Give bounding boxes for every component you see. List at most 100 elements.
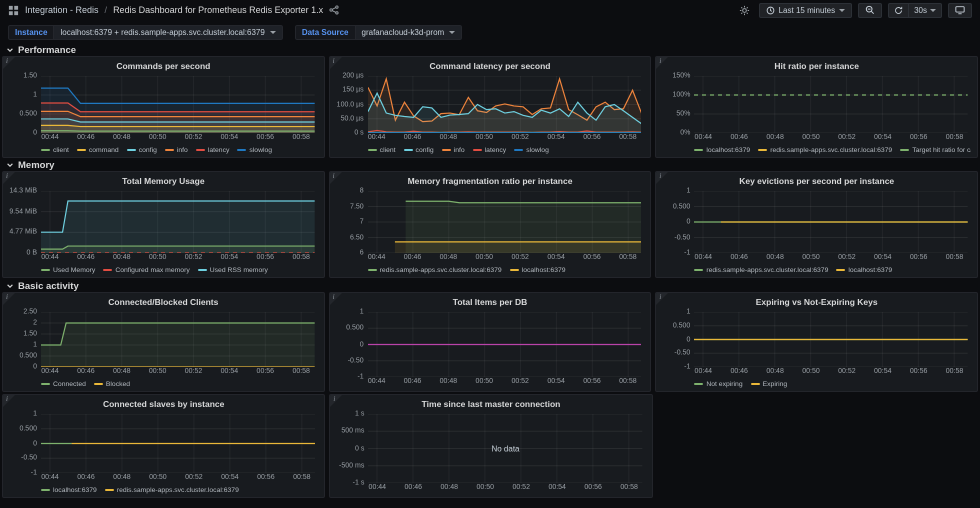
legend-item[interactable]: config [127,147,157,154]
panel-connected-blocked-clients: iConnected/Blocked Clients2.5021.5010.50… [2,292,325,392]
legend-label: slowlog [526,147,549,154]
panel-info-corner[interactable] [330,293,342,305]
panel-info-corner[interactable] [3,57,15,69]
legend-item[interactable]: Blocked [94,381,130,388]
panel-title[interactable]: Hit ratio per instance [656,60,977,72]
y-axis-tick: 1 [360,309,364,316]
x-axis: 00:4400:4600:4800:5000:5200:5400:5600:58 [41,134,315,144]
x-axis-tick: 00:52 [185,134,203,141]
row-header-memory[interactable]: Memory [6,159,54,171]
panel-title[interactable]: Total Memory Usage [3,175,324,187]
x-axis-tick: 00:58 [946,368,964,375]
panel-info-corner[interactable] [656,172,668,184]
panel-info-corner[interactable] [330,172,342,184]
x-axis-tick: 00:52 [185,254,203,261]
x-axis-tick: 00:50 [149,134,167,141]
refresh-interval-dropdown[interactable]: 30s [908,4,941,17]
dashboard-settings-button[interactable] [737,3,753,18]
panel-connected-slaves-by-instance: iConnected slaves by instance10.5000-0.5… [2,394,325,498]
panel-title[interactable]: Expiring vs Not-Expiring Keys [656,296,977,308]
legend-item[interactable]: redis.sample-apps.svc.cluster.local:6379 [105,487,239,494]
panel-info-corner[interactable] [3,172,15,184]
monitor-icon [955,5,965,15]
legend-item[interactable]: slowlog [514,147,549,154]
x-axis-tick: 00:54 [221,368,239,375]
y-axis-tick: 6 [360,250,364,257]
datasource-variable-value[interactable]: grafanacloud-k3d-prom [355,25,463,40]
x-axis-tick: 00:56 [583,254,601,261]
legend-item[interactable]: Connected [41,381,86,388]
panel-title[interactable]: Commands per second [3,60,324,72]
legend-item[interactable]: info [442,147,465,154]
legend-item[interactable]: Not expiring [694,381,742,388]
legend-item[interactable]: localhost:6379 [694,147,750,154]
x-axis-tick: 00:44 [368,378,386,385]
panel-title[interactable]: Connected slaves by instance [3,398,324,410]
series-fill-connected [41,323,315,367]
tv-mode-button[interactable] [948,3,972,18]
legend-swatch [368,149,377,151]
legend-item[interactable]: slowlog [237,147,272,154]
y-axis-tick: 0.500 [19,353,37,360]
panel-info-corner[interactable] [3,395,15,407]
refresh-button[interactable] [889,4,908,17]
y-axis-tick: 1 s [355,411,364,418]
x-axis-tick: 00:58 [292,134,310,141]
legend-item[interactable]: Used Memory [41,267,95,274]
series-line-slowlog [41,88,315,103]
legend-swatch [473,149,482,151]
panel-title[interactable]: Time since last master connection [330,398,651,410]
x-axis-tick: 00:48 [441,484,459,491]
legend-item[interactable]: client [41,147,69,154]
panel-title[interactable]: Total Items per DB [330,296,651,308]
legend-item[interactable]: latency [473,147,507,154]
instance-variable-value[interactable]: localhost:6379 + redis.sample-apps.svc.c… [53,25,282,40]
legend-item[interactable]: config [404,147,434,154]
chart-canvas [694,76,968,133]
row-header-basic-activity[interactable]: Basic activity [6,280,79,292]
time-range-picker[interactable]: Last 15 minutes [759,3,852,18]
legend-item[interactable]: Used RSS memory [198,267,268,274]
legend-item[interactable]: client [368,147,396,154]
x-axis-tick: 00:56 [257,134,275,141]
share-icon[interactable] [329,5,339,15]
panel-title[interactable]: Key evictions per second per instance [656,175,977,187]
legend-item[interactable]: localhost:6379 [510,267,566,274]
legend-item[interactable]: info [165,147,188,154]
panel-title[interactable]: Connected/Blocked Clients [3,296,324,308]
panel-info-corner[interactable] [330,395,342,407]
legend-label: Blocked [106,381,130,388]
panel-total-memory-usage: iTotal Memory Usage14.3 MiB9.54 MiB4.77 … [2,171,325,278]
legend-item[interactable]: Expiring [751,381,788,388]
apps-grid-icon[interactable] [8,5,19,16]
legend-item[interactable]: redis.sample-apps.svc.cluster.local:6379 [758,147,892,154]
x-axis-tick: 00:44 [695,368,713,375]
panel-title[interactable]: Command latency per second [330,60,651,72]
legend-item[interactable]: localhost:6379 [836,267,892,274]
panel-info-corner[interactable] [656,57,668,69]
panel-memory-fragmentation-ratio: iMemory fragmentation ratio per instance… [329,171,652,278]
legend-item[interactable]: Configured max memory [103,267,189,274]
legend-item[interactable]: command [77,147,119,154]
panel-info-corner[interactable] [3,293,15,305]
y-axis-tick: 1 [33,91,37,98]
panel-info-corner[interactable] [330,57,342,69]
legend-label: redis.sample-apps.svc.cluster.local:6379 [117,487,239,494]
legend-swatch [41,269,50,271]
zoom-out-button[interactable] [858,3,882,18]
legend-item[interactable]: redis.sample-apps.svc.cluster.local:6379 [694,267,828,274]
legend-item[interactable]: redis.sample-apps.svc.cluster.local:6379 [368,267,502,274]
legend-item[interactable]: latency [196,147,230,154]
breadcrumb-folder[interactable]: Integration - Redis [25,5,99,15]
panel-title[interactable]: Memory fragmentation ratio per instance [330,175,651,187]
legend-item[interactable]: Target hit ratio for cache [900,147,971,154]
legend-swatch [900,149,909,151]
x-axis-tick: 00:50 [476,484,494,491]
legend-item[interactable]: localhost:6379 [41,487,97,494]
y-axis-tick: -0.50 [674,234,690,241]
x-axis-tick: 00:58 [619,254,637,261]
row-header-performance[interactable]: Performance [6,44,76,56]
panel-info-corner[interactable] [656,293,668,305]
panel-command-latency-per-second: iCommand latency per second200 µs150 µs1… [329,56,652,158]
legend-label: command [89,147,119,154]
